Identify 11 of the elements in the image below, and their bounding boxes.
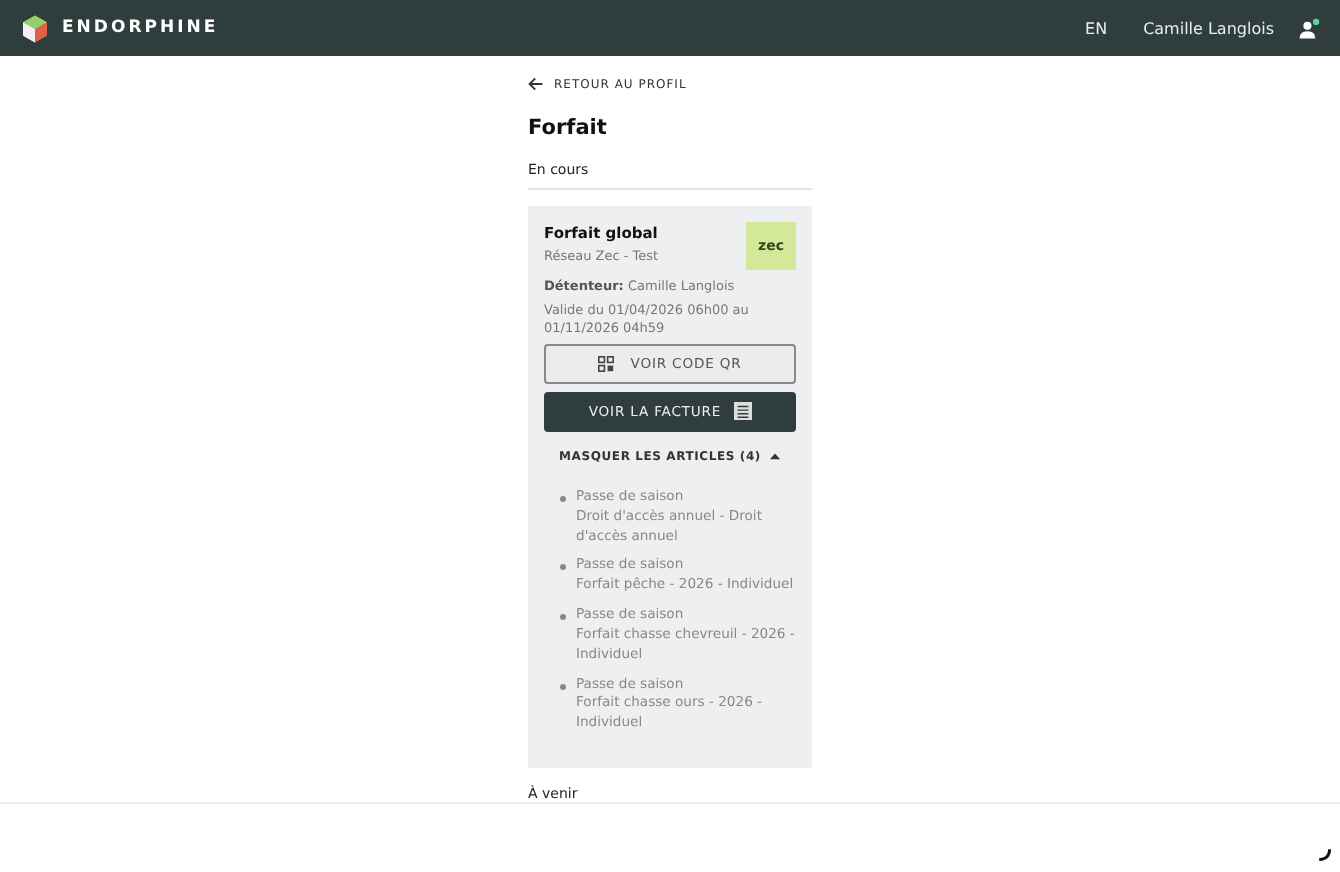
document-icon [733, 402, 752, 421]
user-name[interactable]: Camille Langlois [1131, 19, 1286, 37]
caret-icon [770, 452, 781, 461]
language-button[interactable]: EN [1073, 19, 1120, 37]
user-icon[interactable] [1298, 17, 1320, 39]
spinner-icon [1316, 846, 1332, 862]
back-arrow-icon [528, 76, 544, 92]
logo-icon [20, 13, 50, 43]
brand-name: ENDORPHINE [62, 18, 219, 38]
qr-icon [598, 355, 615, 372]
page-title: Forfait [528, 116, 609, 140]
